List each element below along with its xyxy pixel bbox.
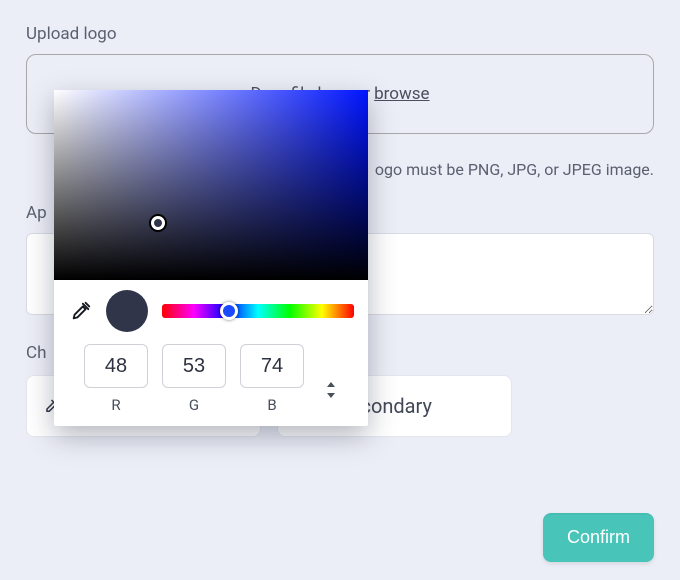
- unfold-icon: [325, 382, 337, 398]
- rgb-wrap: R G B: [54, 338, 368, 426]
- picker-controls-row: [54, 280, 368, 338]
- r-input[interactable]: [84, 344, 148, 388]
- r-group: R: [84, 344, 148, 414]
- picker-preview-swatch: [106, 290, 148, 332]
- saturation-value-panel[interactable]: [54, 90, 368, 280]
- sv-cursor[interactable]: [151, 216, 165, 230]
- eyedropper-button[interactable]: [70, 300, 92, 322]
- b-group: B: [240, 344, 304, 414]
- hue-slider[interactable]: [162, 304, 354, 318]
- b-input[interactable]: [240, 344, 304, 388]
- g-label: G: [189, 396, 199, 414]
- g-input[interactable]: [162, 344, 226, 388]
- upload-logo-label: Upload logo: [26, 24, 654, 44]
- hue-thumb[interactable]: [220, 302, 238, 320]
- rgb-row: R G B: [54, 338, 318, 416]
- b-label: B: [267, 396, 276, 414]
- browse-link[interactable]: browse: [374, 84, 429, 104]
- confirm-button[interactable]: Confirm: [543, 513, 654, 562]
- page-root: Upload logo Drop file here or browse ogo…: [0, 0, 680, 580]
- color-mode-toggle[interactable]: [324, 382, 338, 398]
- confirm-row: Confirm: [543, 513, 654, 562]
- r-label: R: [111, 396, 120, 414]
- eyedropper-icon: [70, 300, 92, 322]
- color-picker: R G B: [54, 90, 368, 426]
- g-group: G: [162, 344, 226, 414]
